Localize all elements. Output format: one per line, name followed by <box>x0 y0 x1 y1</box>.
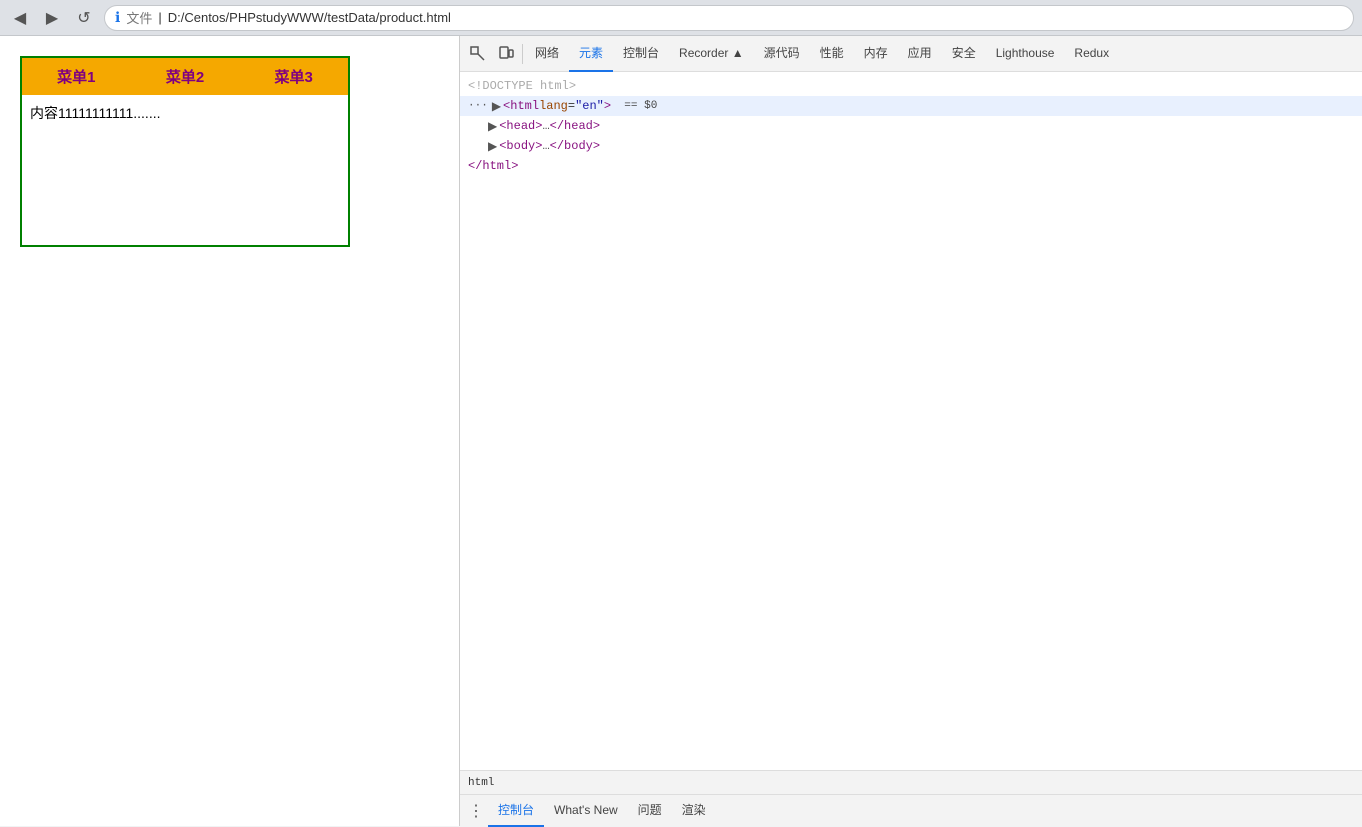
devtools-statusbar: html <box>460 770 1362 794</box>
ellipsis-dots: ··· <box>468 100 488 112</box>
menu-table-header: 菜单1 菜单2 菜单3 <box>22 58 348 95</box>
main-area: 菜单1 菜单2 菜单3 内容11111111111....... <box>0 36 1362 826</box>
menu-item-3[interactable]: 菜单3 <box>239 58 348 95</box>
html-close-tag: </html> <box>468 159 518 173</box>
inspect-icon <box>470 46 486 62</box>
forward-button[interactable]: ▶ <box>40 6 64 30</box>
devtools-panel: 网络 元素 控制台 Recorder ▲ 源代码 性能 内存 应用 <box>460 36 1362 826</box>
devtools-toolbar: 网络 元素 控制台 Recorder ▲ 源代码 性能 内存 应用 <box>460 36 1362 72</box>
tab-lighthouse[interactable]: Lighthouse <box>986 36 1065 72</box>
tab-security[interactable]: 安全 <box>942 36 986 72</box>
doctype-text: <!DOCTYPE html> <box>468 79 576 93</box>
html-close-line: </html> <box>460 156 1362 176</box>
bottom-tab-console[interactable]: 控制台 <box>488 795 544 827</box>
tab-sources[interactable]: 源代码 <box>754 36 810 72</box>
tab-elements[interactable]: 元素 <box>569 36 613 72</box>
device-icon <box>498 46 514 62</box>
tab-recorder[interactable]: Recorder ▲ <box>669 36 754 72</box>
statusbar-text: html <box>468 777 494 789</box>
bottom-tab-whatsnew[interactable]: What's New <box>544 795 628 827</box>
menu-content: 内容11111111111....... <box>22 95 348 245</box>
content-text: 内容11111111111....... <box>30 105 160 121</box>
divider <box>522 44 523 64</box>
body-tag-line[interactable]: ▶ <body> … </body> <box>460 136 1362 156</box>
tab-application[interactable]: 应用 <box>898 36 942 72</box>
menu-item-1[interactable]: 菜单1 <box>22 58 131 95</box>
reload-button[interactable]: ↺ <box>72 6 96 30</box>
address-separator: | <box>158 10 161 25</box>
browser-chrome: ◀ ▶ ↺ ℹ 文件 | D:/Centos/PHPstudyWWW/testD… <box>0 0 1362 36</box>
back-button[interactable]: ◀ <box>8 6 32 30</box>
menu-item-2[interactable]: 菜单2 <box>131 58 240 95</box>
bottom-tab-issues[interactable]: 问题 <box>628 795 672 827</box>
url-text: D:/Centos/PHPstudyWWW/testData/product.h… <box>168 10 451 25</box>
html-tag-line[interactable]: ··· ▶ <html lang = "en" > == $0 <box>460 96 1362 116</box>
info-icon: ℹ <box>115 9 120 26</box>
tab-console[interactable]: 控制台 <box>613 36 669 72</box>
html-arrow[interactable]: ▶ <box>492 99 501 114</box>
menu-table: 菜单1 菜单2 菜单3 内容11111111111....... <box>20 56 350 247</box>
tab-network[interactable]: 网络 <box>525 36 569 72</box>
devtools-content: <!DOCTYPE html> ··· ▶ <html lang = "en" … <box>460 72 1362 770</box>
eq-text: == $0 <box>611 100 657 112</box>
devtools-bottom-tabs: ⋮ 控制台 What's New 问题 渲染 <box>460 794 1362 826</box>
doctype-line: <!DOCTYPE html> <box>460 76 1362 96</box>
browser-viewport: 菜单1 菜单2 菜单3 内容11111111111....... <box>0 36 460 826</box>
tab-redux[interactable]: Redux <box>1064 36 1119 72</box>
tab-performance[interactable]: 性能 <box>810 36 854 72</box>
device-icon-btn[interactable] <box>492 40 520 68</box>
bottom-tab-rendering[interactable]: 渲染 <box>672 795 716 827</box>
file-label: 文件 <box>126 8 152 27</box>
head-tag-line[interactable]: ▶ <head> … </head> <box>460 116 1362 136</box>
inspect-icon-btn[interactable] <box>464 40 492 68</box>
address-bar[interactable]: ℹ 文件 | D:/Centos/PHPstudyWWW/testData/pr… <box>104 5 1354 31</box>
body-arrow[interactable]: ▶ <box>488 139 497 154</box>
tab-memory[interactable]: 内存 <box>854 36 898 72</box>
dots-icon: ⋮ <box>468 801 484 821</box>
head-arrow[interactable]: ▶ <box>488 119 497 134</box>
bottom-dots-btn[interactable]: ⋮ <box>464 799 488 823</box>
